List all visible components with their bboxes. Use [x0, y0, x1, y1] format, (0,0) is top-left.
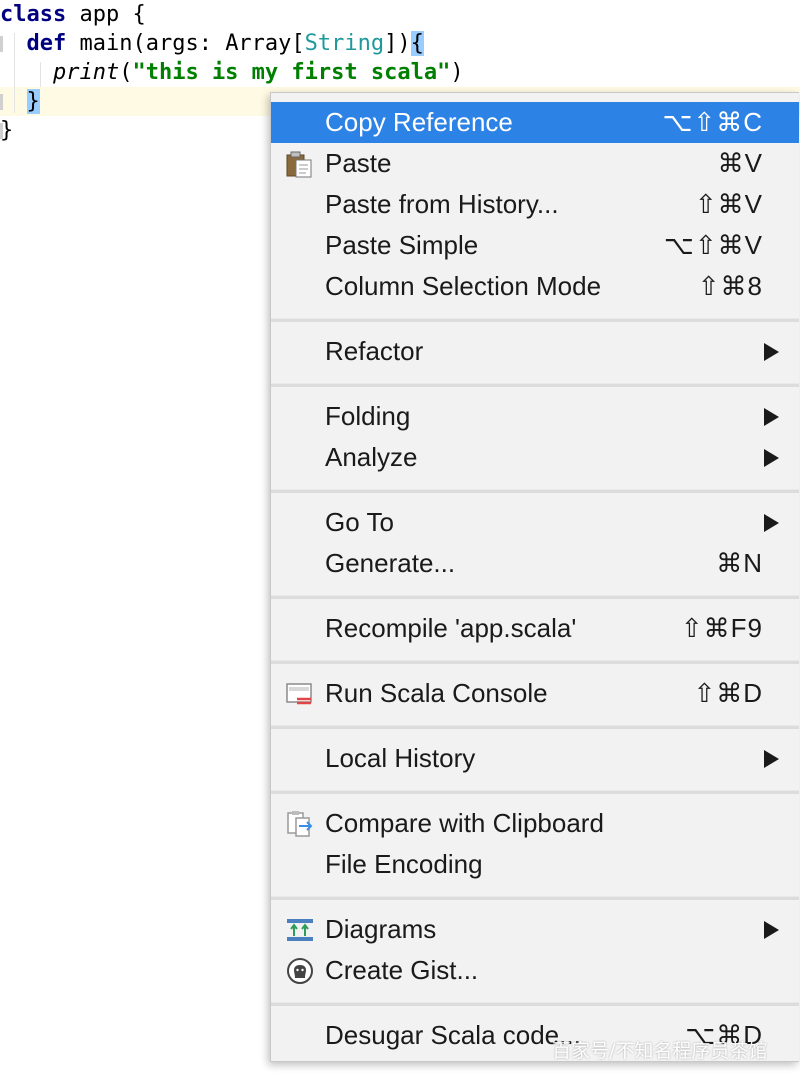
submenu-arrow-icon	[764, 750, 779, 768]
menu-item-copy-reference[interactable]: Copy Reference ⌥⇧⌘C	[271, 102, 799, 143]
keyword: def	[26, 31, 67, 56]
menu-item-generate[interactable]: Generate... ⌘N	[271, 543, 799, 584]
submenu-arrow-icon	[764, 449, 779, 467]
menu-item-refactor[interactable]: Refactor	[271, 331, 799, 372]
compare-clipboard-icon	[285, 809, 315, 839]
menu-item-label: Paste Simple	[325, 230, 479, 260]
menu-separator	[271, 1002, 799, 1006]
menu-item-local-history[interactable]: Local History	[271, 738, 799, 779]
code-text: ])	[384, 31, 411, 56]
menu-item-shortcut: ⌘V	[717, 148, 763, 178]
code-line-2: def main(args: Array[String]){	[0, 29, 424, 58]
keyword: class	[0, 2, 67, 27]
menu-separator	[271, 318, 799, 322]
watermark-text: 百家号/不知名程序员茶馆	[552, 1040, 768, 1062]
code-line-5: }	[0, 116, 13, 145]
menu-item-label: Copy Reference	[325, 107, 513, 137]
menu-item-label: Compare with Clipboard	[325, 808, 604, 838]
menu-item-label: Recompile 'app.scala'	[325, 613, 577, 643]
menu-item-shortcut: ⇧⌘D	[693, 678, 763, 708]
menu-item-paste-simple[interactable]: Paste Simple ⌥⇧⌘V	[271, 225, 799, 266]
menu-item-label: Generate...	[325, 548, 456, 578]
menu-item-label: Run Scala Console	[325, 678, 548, 708]
github-icon	[285, 956, 315, 986]
menu-item-label: Paste from History...	[325, 189, 559, 219]
matched-brace: }	[26, 89, 40, 114]
menu-item-compare-with-clipboard[interactable]: Compare with Clipboard	[271, 803, 799, 844]
menu-separator	[271, 489, 799, 493]
menu-item-label: Create Gist...	[325, 955, 479, 985]
menu-item-recompile[interactable]: Recompile 'app.scala' ⇧⌘F9	[271, 608, 799, 649]
code-text: main(args: Array[	[66, 31, 305, 56]
menu-separator	[271, 660, 799, 664]
submenu-arrow-icon	[764, 343, 779, 361]
menu-item-analyze[interactable]: Analyze	[271, 437, 799, 478]
menu-item-label: Desugar Scala code...	[325, 1020, 581, 1050]
menu-item-shortcut: ⇧⌘F9	[680, 613, 763, 643]
menu-item-create-gist[interactable]: Create Gist...	[271, 950, 799, 991]
menu-separator	[271, 790, 799, 794]
menu-separator	[271, 595, 799, 599]
menu-separator	[271, 383, 799, 387]
code-line-4: }	[0, 87, 40, 116]
menu-item-label: Local History	[325, 743, 476, 773]
menu-item-go-to[interactable]: Go To	[271, 502, 799, 543]
menu-item-run-scala-console[interactable]: Run Scala Console ⇧⌘D	[271, 673, 799, 714]
menu-item-shortcut: ⌥⇧⌘V	[663, 230, 763, 260]
menu-separator	[271, 725, 799, 729]
scala-console-icon	[285, 679, 315, 709]
menu-item-file-encoding[interactable]: File Encoding	[271, 844, 799, 885]
code-line-1: class app {	[0, 0, 146, 29]
menu-item-label: Go To	[325, 507, 394, 537]
menu-item-label: Diagrams	[325, 914, 437, 944]
menu-item-label: Refactor	[325, 336, 424, 366]
submenu-arrow-icon	[764, 921, 779, 939]
menu-separator	[271, 896, 799, 900]
function-name: print	[52, 60, 120, 85]
clipboard-paste-icon	[285, 149, 315, 179]
menu-item-label: Folding	[325, 401, 411, 431]
menu-item-label: Analyze	[325, 442, 418, 472]
menu-item-shortcut: ⇧⌘V	[694, 189, 763, 219]
code-text: app {	[66, 2, 146, 27]
menu-item-label: Column Selection Mode	[325, 271, 602, 301]
menu-item-paste-from-history[interactable]: Paste from History... ⇧⌘V	[271, 184, 799, 225]
submenu-arrow-icon	[764, 408, 779, 426]
menu-item-folding[interactable]: Folding	[271, 396, 799, 437]
code-text: (	[119, 60, 133, 85]
menu-item-shortcut: ⌥⇧⌘C	[662, 107, 763, 137]
code-text: }	[0, 118, 14, 143]
menu-item-column-selection-mode[interactable]: Column Selection Mode ⇧⌘8	[271, 266, 799, 307]
menu-item-label: File Encoding	[325, 849, 483, 879]
context-menu: Copy Reference ⌥⇧⌘C Paste ⌘V Paste from …	[270, 92, 799, 1062]
menu-item-shortcut: ⌘N	[716, 548, 763, 578]
menu-item-paste[interactable]: Paste ⌘V	[271, 143, 799, 184]
type-name: String	[304, 31, 385, 56]
menu-item-shortcut: ⇧⌘8	[697, 271, 763, 301]
matched-brace: {	[410, 31, 424, 56]
string-literal: "this is my first scala"	[132, 60, 451, 85]
menu-item-label: Paste	[325, 148, 392, 178]
diagrams-icon	[285, 915, 315, 945]
code-text: )	[450, 60, 464, 85]
menu-item-diagrams[interactable]: Diagrams	[271, 909, 799, 950]
submenu-arrow-icon	[764, 514, 779, 532]
code-line-3: print("this is my first scala")	[0, 58, 464, 87]
